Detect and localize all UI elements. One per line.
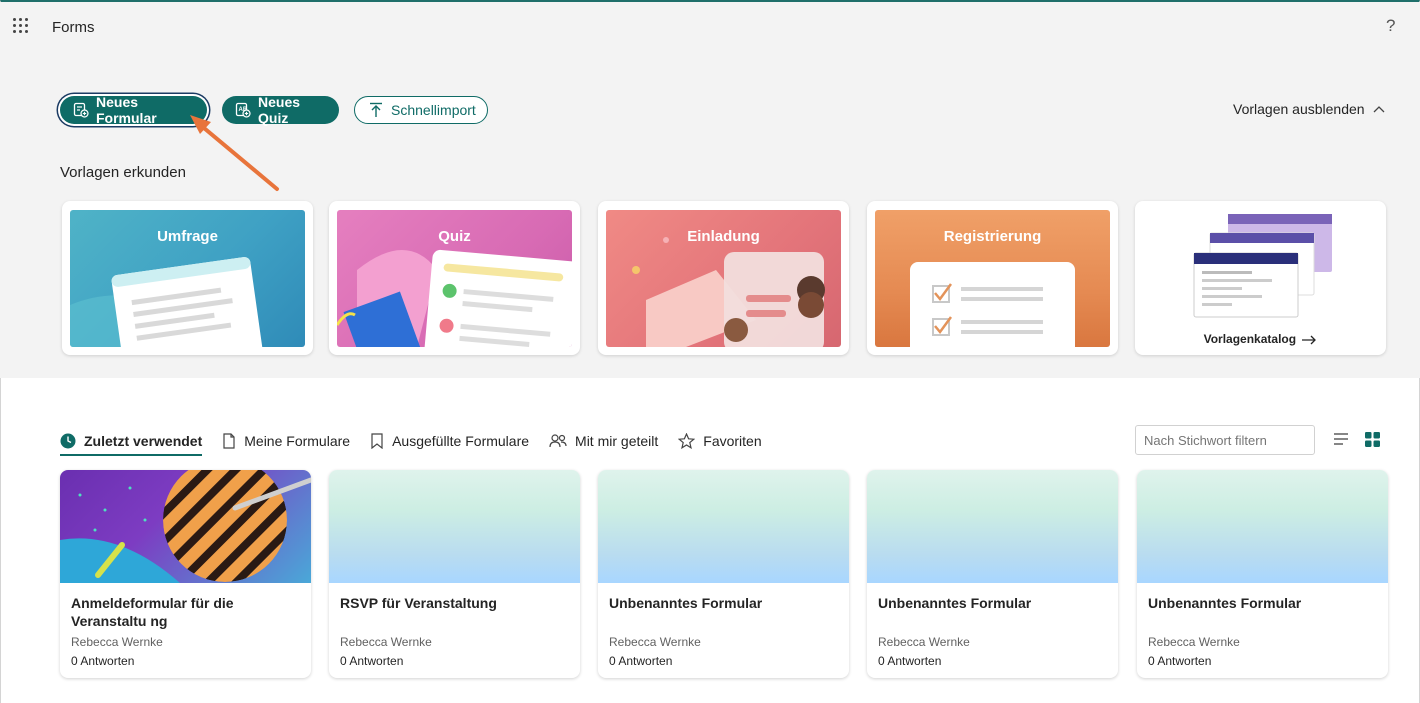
- template-label: Registrierung: [943, 228, 1042, 245]
- template-card-catalog[interactable]: Vorlagenkatalog: [1135, 201, 1386, 355]
- form-card[interactable]: Unbenanntes Formular Rebecca Wernke 0 An…: [1137, 470, 1388, 678]
- hide-templates-toggle[interactable]: Vorlagen ausblenden: [1233, 101, 1385, 117]
- tab-my-forms[interactable]: Meine Formulare: [222, 430, 350, 452]
- tab-label: Mit mir geteilt: [575, 433, 659, 449]
- form-thumbnail: [598, 470, 849, 583]
- templates-heading: Vorlagen erkunden: [60, 164, 186, 181]
- app-title: Forms: [52, 19, 95, 36]
- form-owner: Rebecca Wernke: [609, 635, 701, 649]
- form-title: Unbenanntes Formular: [1148, 595, 1302, 611]
- form-card[interactable]: Unbenanntes Formular Rebecca Wernke 0 An…: [867, 470, 1118, 678]
- form-thumbnail: [60, 470, 311, 583]
- form-title: RSVP für Veranstaltung: [340, 595, 497, 611]
- chevron-up-icon: [1373, 106, 1385, 113]
- registration-illustration: Registrierung: [875, 210, 1110, 347]
- form-title: Anmeldeformular für die Veranstaltu ng: [71, 595, 234, 629]
- form-thumbnail: [867, 470, 1118, 583]
- quick-import-button[interactable]: Schnellimport: [354, 96, 488, 124]
- form-response-count: 0 Antworten: [71, 654, 135, 668]
- form-owner: Rebecca Wernke: [71, 635, 163, 649]
- tab-label: Favoriten: [703, 433, 762, 449]
- form-card[interactable]: Unbenanntes Formular Rebecca Wernke 0 An…: [598, 470, 849, 678]
- new-form-button[interactable]: Neues Formular: [60, 94, 207, 126]
- template-catalog-link[interactable]: Vorlagenkatalog: [1135, 332, 1386, 346]
- catalog-label: Vorlagenkatalog: [1203, 332, 1297, 346]
- tab-shared-with-me[interactable]: Mit mir geteilt: [549, 430, 658, 452]
- form-owner: Rebecca Wernke: [1148, 635, 1240, 649]
- template-label: Einladung: [687, 228, 760, 245]
- template-catalog-preview-icon: [1193, 214, 1332, 318]
- annotation-arrow-icon: [190, 115, 279, 191]
- clock-icon: [60, 433, 76, 449]
- top-bar: Forms ?: [0, 2, 1420, 50]
- form-owner: Rebecca Wernke: [878, 635, 970, 649]
- form-response-count: 0 Antworten: [340, 654, 404, 668]
- form-card[interactable]: Anmeldeformular für die Veranstaltu ng R…: [60, 470, 311, 678]
- upload-icon: [370, 102, 382, 117]
- tab-label: Meine Formulare: [244, 433, 351, 449]
- template-card-registration[interactable]: Registrierung: [867, 201, 1118, 355]
- survey-illustration: Umfrage: [70, 210, 305, 347]
- star-icon: [678, 433, 696, 449]
- people-icon: [549, 434, 567, 448]
- app-launcher-icon[interactable]: [13, 18, 29, 34]
- help-icon[interactable]: ?: [1386, 16, 1395, 36]
- form-response-count: 0 Antworten: [1148, 654, 1212, 668]
- invitation-illustration: Einladung: [606, 210, 841, 347]
- arrow-right-icon: [1302, 335, 1317, 345]
- quick-import-label: Schnellimport: [391, 102, 476, 118]
- forms-tab-bar: Zuletzt verwendet Meine Formulare Ausgef…: [60, 430, 762, 456]
- keyword-filter-input[interactable]: [1135, 425, 1315, 455]
- hide-templates-label: Vorlagen ausblenden: [1233, 101, 1365, 117]
- form-thumbnail: [329, 470, 580, 583]
- template-card-survey[interactable]: Umfrage: [62, 201, 313, 355]
- tab-favorites[interactable]: Favoriten: [678, 430, 762, 452]
- template-label: Umfrage: [157, 228, 218, 245]
- form-response-count: 0 Antworten: [609, 654, 673, 668]
- form-thumbnail: [1137, 470, 1388, 583]
- form-response-count: 0 Antworten: [878, 654, 942, 668]
- list-view-icon[interactable]: [1333, 432, 1349, 446]
- event-thumbnail-icon: [60, 470, 311, 583]
- template-card-quiz[interactable]: Quiz: [329, 201, 580, 355]
- grid-view-icon[interactable]: [1365, 432, 1380, 447]
- form-owner: Rebecca Wernke: [340, 635, 432, 649]
- template-label: Quiz: [438, 228, 471, 245]
- tab-label: Zuletzt verwendet: [84, 433, 203, 449]
- template-card-invitation[interactable]: Einladung: [598, 201, 849, 355]
- new-form-icon: [73, 102, 89, 118]
- form-title: Unbenanntes Formular: [878, 595, 1032, 611]
- form-title: Unbenanntes Formular: [609, 595, 763, 611]
- document-icon: [223, 433, 235, 449]
- tab-filled-forms[interactable]: Ausgefüllte Formulare: [370, 430, 529, 452]
- quiz-illustration: Quiz: [337, 210, 572, 347]
- tab-recent[interactable]: Zuletzt verwendet: [60, 430, 203, 456]
- tab-label: Ausgefüllte Formulare: [392, 433, 530, 449]
- bookmark-icon: [371, 433, 383, 449]
- new-form-label: Neues Formular: [96, 94, 157, 126]
- form-card[interactable]: RSVP für Veranstaltung Rebecca Wernke 0 …: [329, 470, 580, 678]
